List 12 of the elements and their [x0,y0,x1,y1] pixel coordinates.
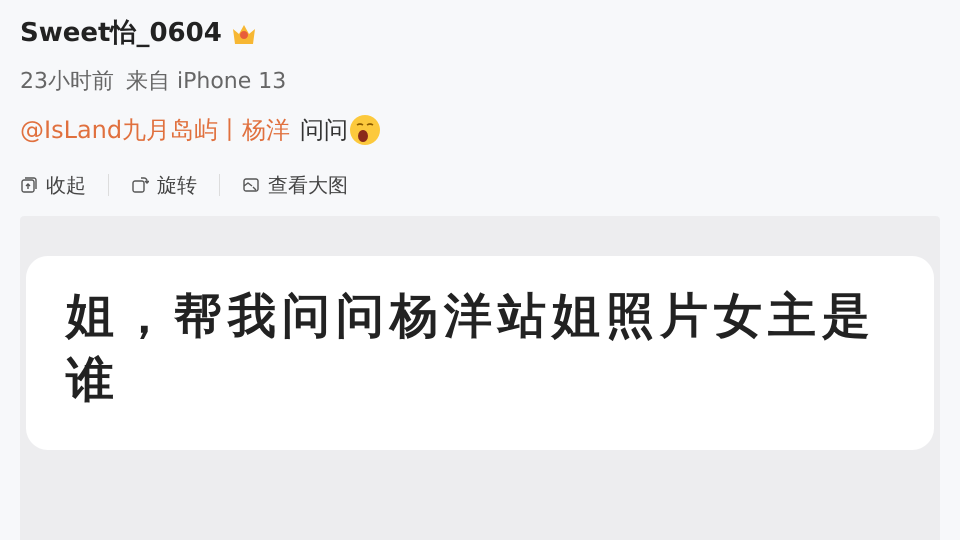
post-source: 来自 iPhone 13 [126,68,286,96]
action-button[interactable]: 查看大图 [242,170,348,200]
image-icon [242,176,260,194]
action-button[interactable]: 旋转 [131,170,197,200]
post-time: 23小时前 [20,68,114,96]
action-button[interactable]: 收起 [20,170,86,200]
rotate-icon [131,176,149,194]
message-text: 姐，帮我问问杨洋站姐照片女主是谁 [66,287,877,410]
yawning-emoji-icon [348,113,382,147]
author-name[interactable]: Sweet怡_0604 [20,14,222,53]
post-text: 问问 [300,115,348,146]
collapse-icon [20,176,38,194]
